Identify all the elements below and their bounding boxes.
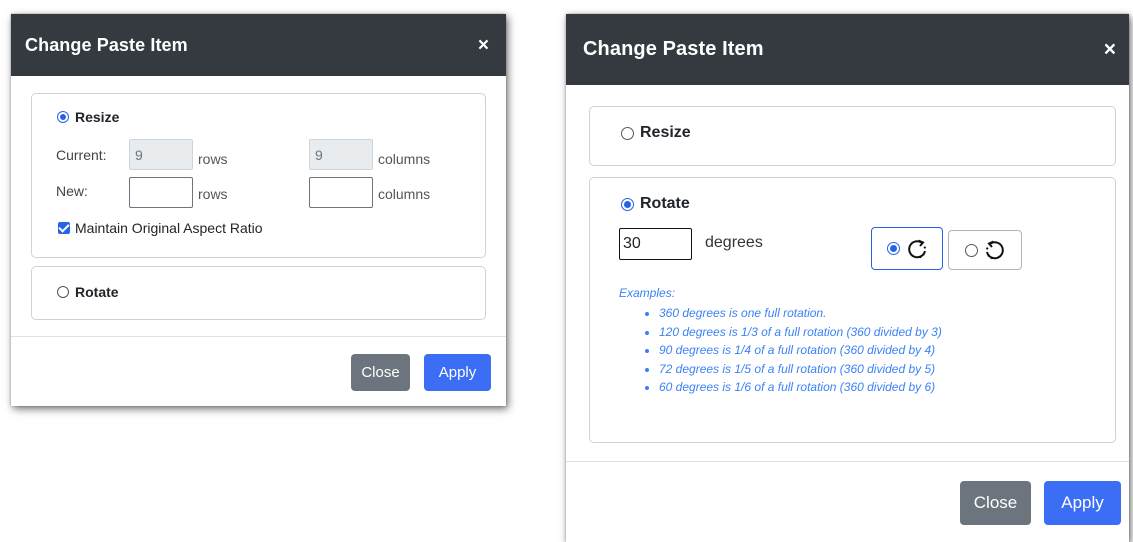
rotate-panel: Rotate <box>31 266 486 320</box>
rotate-counterclockwise-button[interactable] <box>948 230 1022 270</box>
degrees-input[interactable]: 30 <box>619 228 692 260</box>
apply-button[interactable]: Apply <box>1044 481 1121 525</box>
examples-list: 360 degrees is one full rotation. 120 de… <box>619 304 942 397</box>
examples-section: Examples: 360 degrees is one full rotati… <box>619 286 942 397</box>
current-rows-field: 9 <box>129 139 193 170</box>
dialog-header: Change Paste Item × <box>566 14 1129 85</box>
columns-unit: columns <box>378 151 431 167</box>
dialog-title: Change Paste Item <box>583 38 764 60</box>
footer-divider <box>566 461 1129 462</box>
rotate-option[interactable]: Rotate <box>621 195 690 213</box>
columns-unit: columns <box>378 186 431 202</box>
new-rows-input[interactable] <box>129 177 193 208</box>
close-button[interactable]: Close <box>351 354 410 391</box>
resize-option[interactable]: Resize <box>621 124 691 142</box>
close-icon[interactable]: × <box>1104 39 1116 60</box>
rotate-clockwise-button[interactable] <box>871 227 943 270</box>
resize-label: Resize <box>640 124 691 141</box>
apply-button[interactable]: Apply <box>424 354 491 391</box>
maintain-aspect-ratio-label: Maintain Original Aspect Ratio <box>75 220 263 236</box>
rows-unit: rows <box>198 151 228 167</box>
current-label: Current: <box>56 147 107 163</box>
dialog-title: Change Paste Item <box>25 34 188 55</box>
dialog-header: Change Paste Item × <box>11 14 506 76</box>
new-columns-input[interactable] <box>309 177 373 208</box>
rotate-label: Rotate <box>640 195 690 212</box>
close-icon[interactable]: × <box>478 36 489 55</box>
resize-panel: Resize <box>589 106 1116 166</box>
rotate-label: Rotate <box>75 284 119 300</box>
checkbox-checked-icon[interactable] <box>58 222 70 234</box>
radio-unselected-icon[interactable] <box>964 243 978 257</box>
rotate-panel: Rotate 30 degrees Examples: • 360 degree… <box>589 177 1116 443</box>
list-item: 72 degrees is 1/5 of a full rotation (36… <box>659 360 942 379</box>
resize-option[interactable]: Resize <box>57 109 119 125</box>
change-paste-item-dialog-rotate: Change Paste Item × Resize Rotate 30 deg… <box>566 14 1129 542</box>
radio-selected-icon[interactable] <box>57 111 69 123</box>
resize-label: Resize <box>75 109 120 125</box>
close-button[interactable]: Close <box>960 481 1031 525</box>
radio-unselected-icon[interactable] <box>57 286 69 298</box>
radio-selected-icon[interactable] <box>886 242 900 255</box>
new-label: New: <box>56 183 88 199</box>
examples-title: Examples: <box>619 286 676 300</box>
footer-divider <box>11 336 506 337</box>
radio-unselected-icon[interactable] <box>621 126 634 140</box>
list-item: 120 degrees is 1/3 of a full rotation (3… <box>659 323 942 342</box>
rotate-option[interactable]: Rotate <box>57 284 119 300</box>
rows-unit: rows <box>198 186 228 202</box>
radio-selected-icon[interactable] <box>621 197 634 211</box>
rotate-clockwise-icon <box>907 239 926 258</box>
resize-panel: Resize Current: 9 rows 9 columns New: ro… <box>31 93 486 258</box>
maintain-aspect-ratio-option[interactable]: Maintain Original Aspect Ratio <box>58 220 263 236</box>
change-paste-item-dialog-resize: Change Paste Item × Resize Current: 9 ro… <box>11 14 506 406</box>
degrees-unit: degrees <box>705 234 763 251</box>
current-columns-field: 9 <box>309 139 373 170</box>
list-item: 60 degrees is 1/6 of a full rotation (36… <box>659 378 942 397</box>
list-item: 90 degrees is 1/4 of a full rotation (36… <box>659 341 942 360</box>
list-item: 360 degrees is one full rotation. <box>659 304 942 323</box>
rotate-counterclockwise-icon <box>985 240 1004 260</box>
